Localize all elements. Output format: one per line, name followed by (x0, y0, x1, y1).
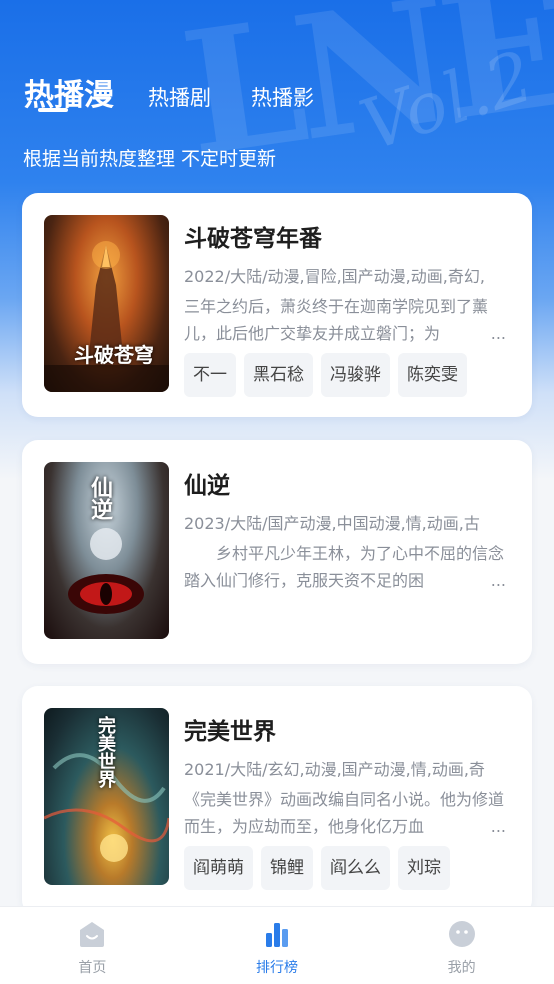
tab-hot-movie[interactable]: 热播影 (251, 82, 314, 114)
list-item[interactable]: 完美世界 完美世界 2021/大陆/玄幻,动漫,国产动漫,情,动画,奇 《完美世… (22, 686, 532, 916)
nav-label: 首页 (78, 960, 107, 976)
cast-tag[interactable]: 不一 (184, 353, 236, 397)
active-tab-indicator (38, 108, 68, 112)
item-meta: 2023/大陆/国产动漫,中国动漫,情,动画,古 (184, 514, 480, 533)
poster-image: 仙逆 (44, 462, 169, 639)
category-tabs: 热播漫 热播剧 热播影 (24, 54, 354, 114)
cast-tag[interactable]: 冯骏骅 (321, 353, 390, 397)
nav-profile[interactable]: 我的 (369, 907, 554, 984)
ellipsis: ... (486, 567, 506, 594)
item-title: 斗破苍穹年番 (184, 226, 322, 252)
poster-image: 完美世界 (44, 708, 169, 885)
item-meta: 2021/大陆/玄幻,动漫,国产动漫,情,动画,奇 (184, 760, 485, 779)
cast-tags: 不一 黑石稔 冯骏骅 陈奕雯 (184, 353, 467, 397)
item-description-text: 《完美世界》动画改编自同名小说。他为修道而生，为应劫而至，他身化亿万血 (184, 790, 505, 836)
cast-tag[interactable]: 刘琮 (398, 846, 450, 890)
ranking-icon (266, 923, 288, 947)
bottom-navigation: 首页 排行榜 我的 (0, 906, 554, 984)
item-title: 仙逆 (184, 473, 230, 499)
page-subtitle: 根据当前热度整理 不定时更新 (23, 148, 277, 170)
nav-ranking[interactable]: 排行榜 (185, 907, 370, 984)
nav-home[interactable]: 首页 (0, 907, 185, 984)
item-description: 《完美世界》动画改编自同名小说。他为修道而生，为应劫而至，他身化亿万血 ... (184, 786, 514, 840)
tab-hot-anime[interactable]: 热播漫 (24, 70, 114, 114)
ellipsis: ... (486, 813, 506, 840)
item-description: 三年之约后，萧炎终于在迦南学院见到了薰儿，此后他广交挚友并成立磐门；为 ... (184, 293, 514, 347)
cast-tag[interactable]: 阎萌萌 (184, 846, 253, 890)
nav-label: 我的 (447, 960, 476, 976)
cast-tag[interactable]: 陈奕雯 (398, 353, 467, 397)
tab-hot-drama[interactable]: 热播剧 (148, 82, 211, 114)
home-icon (80, 922, 105, 947)
list-item[interactable]: 斗破苍穹 斗破苍穹年番 2022/大陆/动漫,冒险,国产动漫,动画,奇幻, 三年… (22, 193, 532, 417)
item-title: 完美世界 (184, 719, 276, 745)
cast-tag[interactable]: 锦鲤 (261, 846, 313, 890)
poster-title: 完美世界 (95, 716, 116, 788)
ellipsis: ... (486, 320, 506, 347)
cast-tag[interactable]: 阎么么 (321, 846, 390, 890)
poster-image: 斗破苍穹 (44, 215, 169, 392)
item-description-text: 乡村平凡少年王林，为了心中不屈的信念踏入仙门修行，克服天资不足的困 (184, 544, 505, 590)
nav-label: 排行榜 (256, 960, 298, 976)
profile-icon (448, 921, 475, 947)
item-description: 乡村平凡少年王林，为了心中不屈的信念踏入仙门修行，克服天资不足的困 ... (184, 540, 514, 594)
poster-title: 斗破苍穹 (74, 343, 154, 367)
cast-tag[interactable]: 黑石稔 (244, 353, 313, 397)
cast-tags: 阎萌萌 锦鲤 阎么么 刘琮 (184, 846, 450, 890)
item-description-text: 三年之约后，萧炎终于在迦南学院见到了薰儿，此后他广交挚友并成立磐门；为 (184, 297, 489, 343)
list-item[interactable]: 仙逆 仙逆 2023/大陆/国产动漫,中国动漫,情,动画,古 乡村平凡少年王林，… (22, 440, 532, 664)
item-meta: 2022/大陆/动漫,冒险,国产动漫,动画,奇幻, (184, 267, 485, 286)
poster-title: 仙逆 (87, 476, 113, 520)
